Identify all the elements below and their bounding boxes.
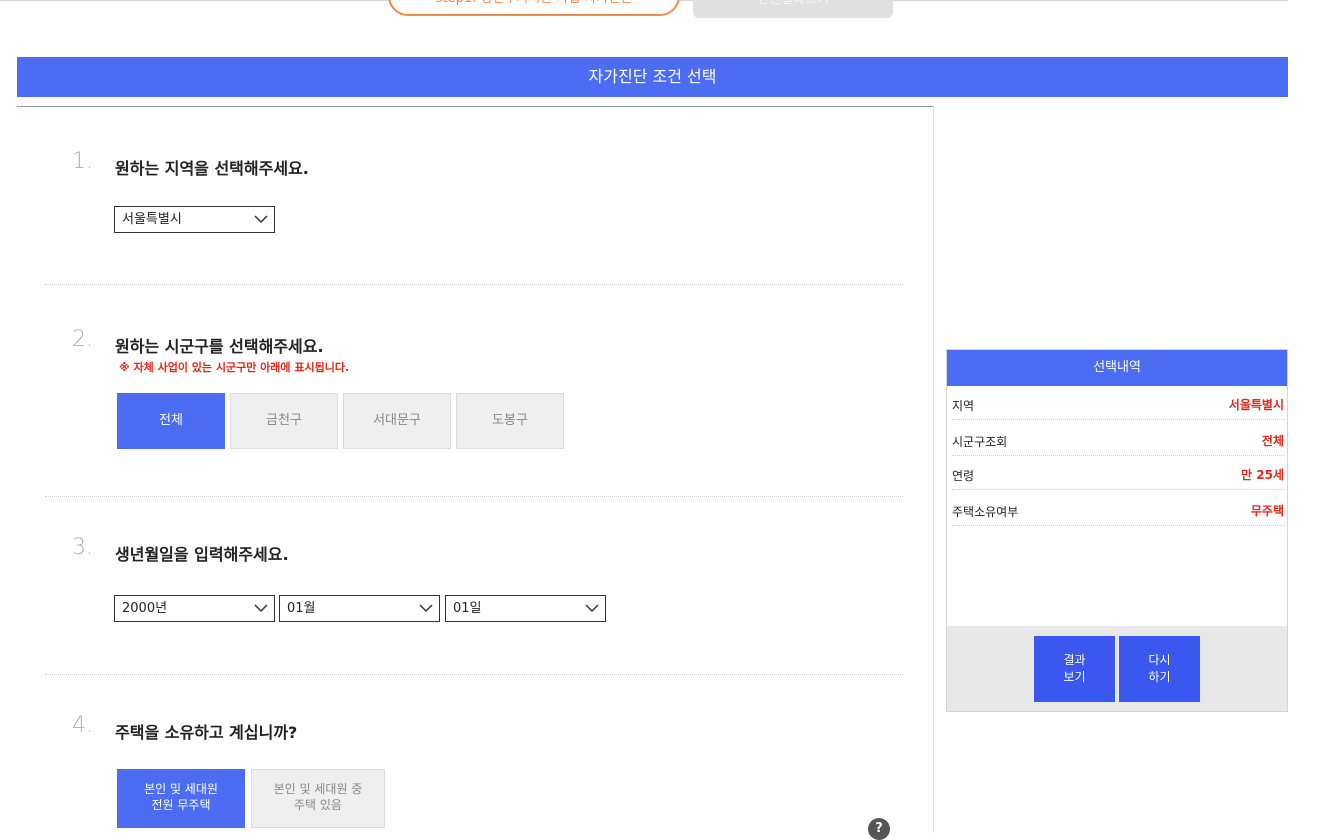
q3-number: 3. [72,535,93,560]
q4-title: 주택을 소유하고 계십니까? [115,723,298,742]
summary-value: 만 25세 [1241,468,1284,482]
chevron-down-icon [585,604,599,613]
chevron-down-icon [419,604,433,613]
region-select[interactable]: 서울특별시 [114,206,275,233]
region-select-value: 서울특별시 [122,212,182,227]
district-option-all[interactable]: 전체 [117,393,225,449]
view-result-line1: 결과 [1063,653,1086,667]
reset-button[interactable]: 다시 하기 [1119,636,1200,702]
housing-option-owned-line2: 주택 있음 [294,798,342,812]
summary-footer [947,626,1287,711]
summary-value: 전체 [1261,434,1284,448]
summary-label: 지역 [952,399,975,413]
housing-option-none-line1: 본인 및 세대원 [144,782,218,796]
divider [45,496,903,497]
q1-title: 원하는 지역을 선택해주세요. [115,159,309,178]
q2-title: 원하는 시군구를 선택해주세요. [115,337,324,356]
summary-label: 시군구조회 [952,435,1008,449]
view-result-button[interactable]: 결과 보기 [1034,636,1115,702]
q4-number: 4. [72,713,93,738]
divider [45,674,903,675]
birth-year-select[interactable]: 2000년 [114,595,275,622]
tab-result[interactable]: 진단결과보기 [693,0,893,18]
birth-day-value: 01일 [453,601,482,616]
birth-month-value: 01월 [287,601,316,616]
view-result-line2: 보기 [1063,670,1086,684]
q2-notice: ※ 자체 사업이 있는 시군구만 아래에 표시됩니다. [119,361,350,374]
housing-option-owned-line1: 본인 및 세대원 중 [273,782,363,796]
housing-option-none[interactable]: 본인 및 세대원 전원 무주택 [117,769,245,828]
section-header: 자가진단 조건 선택 [17,57,1288,97]
district-option-seodaemun[interactable]: 서대문구 [343,393,451,449]
summary-row-age: 연령 만 25세 [952,461,1284,490]
chevron-down-icon [254,215,268,224]
summary-title: 선택내역 [947,350,1287,386]
district-option-dobong[interactable]: 도봉구 [456,393,564,449]
help-icon[interactable]: ? [868,818,890,840]
q2-number: 2. [72,327,93,352]
summary-row-region: 지역 서울특별시 [952,391,1284,420]
housing-option-none-line2: 전원 무주택 [151,798,211,812]
q3-title: 생년월일을 입력해주세요. [115,545,289,564]
summary-row-housing: 주택소유여부 무주택 [952,497,1284,526]
summary-value: 서울특별시 [1228,398,1284,412]
summary-label: 연령 [952,469,975,483]
summary-value: 무주택 [1250,504,1284,518]
birth-day-select[interactable]: 01일 [445,595,606,622]
district-option-geumcheon[interactable]: 금천구 [230,393,338,449]
summary-label: 주택소유여부 [952,505,1019,519]
q1-number: 1. [72,149,93,174]
divider [45,284,903,285]
reset-line1: 다시 [1148,653,1171,667]
birth-year-value: 2000년 [122,601,168,616]
chevron-down-icon [254,604,268,613]
housing-option-owned[interactable]: 본인 및 세대원 중 주택 있음 [251,769,385,828]
tab-step1[interactable]: step1. 청년주거지원 사업 자가진단 [388,0,680,16]
birth-month-select[interactable]: 01월 [279,595,440,622]
summary-row-district: 시군구조회 전체 [952,427,1284,456]
reset-line2: 하기 [1148,670,1171,684]
